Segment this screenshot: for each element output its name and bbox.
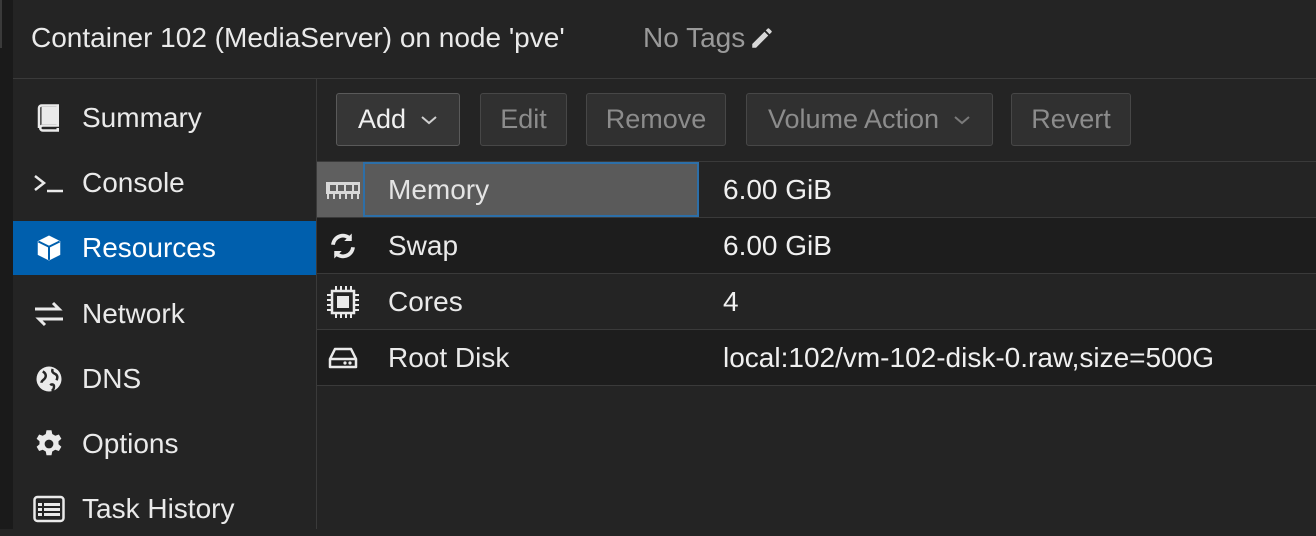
sidebar-item-label: Resources bbox=[82, 232, 216, 263]
volume-action-button-label: Volume Action bbox=[767, 104, 940, 134]
exchange-icon bbox=[31, 296, 67, 332]
resource-value: 4 bbox=[723, 286, 739, 317]
sidebar-item-dns[interactable]: DNS bbox=[13, 352, 316, 406]
terminal-icon bbox=[31, 165, 67, 201]
revert-button[interactable]: Revert bbox=[1011, 93, 1131, 146]
toolbar: Add Edit Remove Volume Action Revert bbox=[317, 79, 1316, 162]
resource-value: local:102/vm-102-disk-0.raw,size=500G bbox=[723, 342, 1215, 373]
gear-icon bbox=[31, 426, 67, 462]
table-row[interactable]: Cores 4 bbox=[317, 274, 1316, 330]
cube-icon bbox=[31, 230, 67, 266]
resource-name: Root Disk bbox=[388, 342, 510, 373]
book-icon bbox=[31, 100, 67, 136]
globe-icon bbox=[31, 361, 67, 397]
sidebar-item-summary[interactable]: Summary bbox=[13, 91, 316, 145]
cpu-icon bbox=[325, 284, 361, 320]
edit-button-label: Edit bbox=[500, 104, 547, 134]
resources-panel: Add Edit Remove Volume Action Revert Mem… bbox=[317, 79, 1316, 529]
table-row[interactable]: Memory 6.00 GiB bbox=[317, 162, 1316, 218]
memory-icon bbox=[325, 172, 361, 208]
resource-value: 6.00 GiB bbox=[723, 230, 832, 261]
chevron-down-icon bbox=[953, 114, 971, 126]
sidebar-item-resources[interactable]: Resources bbox=[13, 221, 316, 275]
add-button[interactable]: Add bbox=[336, 93, 460, 146]
sidebar-item-label: Options bbox=[82, 428, 179, 459]
pencil-icon[interactable] bbox=[749, 25, 775, 51]
sidebar-item-label: Task History bbox=[82, 493, 235, 524]
resource-value: 6.00 GiB bbox=[723, 174, 832, 205]
refresh-icon bbox=[325, 228, 361, 264]
list-icon bbox=[31, 491, 67, 527]
page-header: Container 102 (MediaServer) on node 'pve… bbox=[13, 0, 1316, 79]
hdd-icon bbox=[325, 340, 361, 376]
tags-label: No Tags bbox=[643, 22, 746, 53]
volume-action-button[interactable]: Volume Action bbox=[746, 93, 993, 146]
edit-button[interactable]: Edit bbox=[480, 93, 567, 146]
remove-button[interactable]: Remove bbox=[586, 93, 726, 146]
add-button-label: Add bbox=[357, 104, 407, 134]
sidebar-item-network[interactable]: Network bbox=[13, 287, 316, 341]
resource-name: Cores bbox=[388, 286, 463, 317]
sidebar: Summary Console Resources Network DNS Op… bbox=[13, 79, 317, 529]
remove-button-label: Remove bbox=[605, 104, 707, 134]
revert-button-label: Revert bbox=[1031, 104, 1111, 134]
left-edge-strip bbox=[0, 0, 13, 529]
sidebar-item-label: Summary bbox=[82, 102, 202, 133]
sidebar-item-task-history[interactable]: Task History bbox=[13, 482, 316, 536]
resource-name: Memory bbox=[388, 174, 490, 205]
sidebar-item-label: Network bbox=[82, 298, 185, 329]
chevron-down-icon bbox=[420, 114, 438, 126]
table-row[interactable]: Swap 6.00 GiB bbox=[317, 218, 1316, 274]
sidebar-item-options[interactable]: Options bbox=[13, 417, 316, 471]
sidebar-item-label: Console bbox=[82, 167, 185, 198]
page-title: Container 102 (MediaServer) on node 'pve… bbox=[31, 22, 565, 53]
resource-name: Swap bbox=[388, 230, 459, 261]
tags-edit[interactable]: No Tags bbox=[643, 22, 775, 54]
sidebar-item-console[interactable]: Console bbox=[13, 156, 316, 210]
table-row[interactable]: Root Disk local:102/vm-102-disk-0.raw,si… bbox=[317, 330, 1316, 386]
sidebar-item-label: DNS bbox=[82, 363, 142, 394]
